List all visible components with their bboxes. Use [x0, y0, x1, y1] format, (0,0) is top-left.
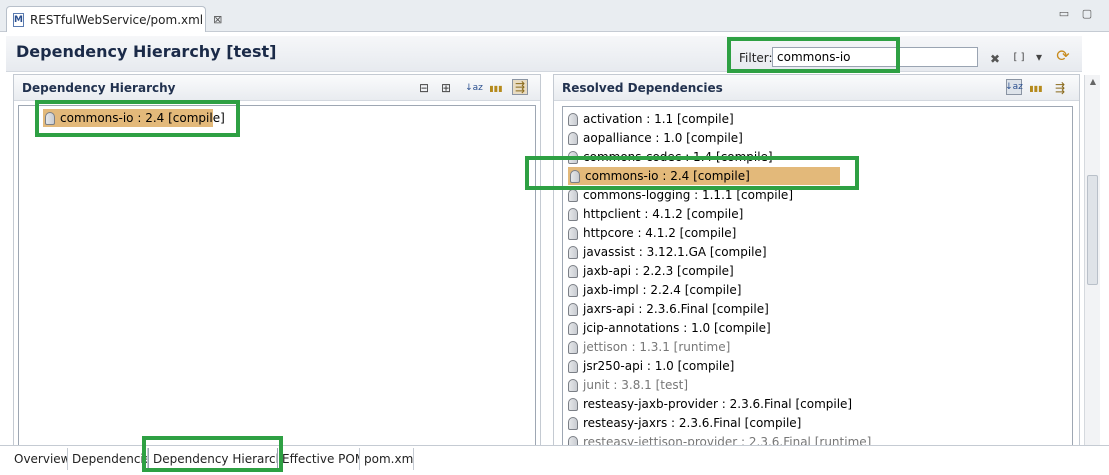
dependency-row[interactable]: jaxb-impl : 2.2.4 [compile] [568, 281, 741, 299]
dependency-label: aopalliance : 1.0 [compile] [583, 131, 743, 145]
jar-icon [568, 378, 578, 392]
dependency-label: jaxb-impl : 2.2.4 [compile] [583, 283, 742, 297]
jar-icon [568, 416, 578, 430]
dependency-label: jaxb-api : 2.2.3 [compile] [583, 264, 734, 278]
dependency-row[interactable]: jcip-annotations : 1.0 [compile] [568, 319, 771, 337]
dependency-row[interactable]: commons-logging : 1.1.1 [compile] [568, 186, 793, 204]
page-title: Dependency Hierarchy [test] [16, 42, 277, 61]
chevron-down-icon[interactable]: ▾ [1031, 49, 1047, 65]
jar-icon [568, 340, 578, 354]
tab-label: Dependency Hierarchy [153, 451, 278, 466]
jar-icon [568, 264, 578, 278]
tab-label: pom.xml [364, 452, 414, 466]
dependency-row[interactable]: commons-codec : 1.4 [compile] [568, 148, 773, 166]
dependency-row[interactable]: jaxb-api : 2.2.3 [compile] [568, 262, 734, 280]
maven-file-icon: M [13, 12, 24, 27]
pom-editor-page: Dependency Hierarchy [test] Filter: ✖ [ … [0, 32, 1109, 475]
dependency-label: httpclient : 4.1.2 [compile] [583, 207, 744, 221]
expand-all-icon[interactable]: ⊞ [438, 80, 454, 96]
dependency-label: jettison : 1.3.1 [runtime] [583, 340, 731, 354]
dependency-hierarchy-pane: Dependency Hierarchy ⊟ ⊞ ↓az ▮▮▮ ⇶ commo… [13, 74, 541, 475]
jar-icon [45, 111, 55, 125]
scrollbar-thumb[interactable] [1087, 175, 1098, 285]
dependency-label: resteasy-jaxrs : 2.3.6.Final [compile] [583, 416, 802, 430]
resolved-list: activation : 1.1 [compile] aopalliance : … [562, 106, 1073, 475]
dependency-label: jsr250-api : 1.0 [compile] [583, 359, 735, 373]
page-scrollbar[interactable]: ▲ ▼ [1084, 75, 1100, 475]
jar-icon [568, 226, 578, 240]
dependency-row[interactable]: junit : 3.8.1 [test] [568, 376, 688, 394]
show-groups-icon[interactable]: ▮▮▮ [1028, 80, 1044, 96]
sort-icon[interactable]: ↓az [465, 80, 483, 96]
jar-icon [568, 302, 578, 316]
editor-tab-strip: M RESTfulWebService/pom.xml ⊠ ▭ ▢ [0, 0, 1109, 32]
minimize-icon[interactable]: ▭ [1057, 8, 1071, 20]
resolved-dependencies-pane: Resolved Dependencies ↓az ▮▮▮ ⇶ activati… [553, 74, 1080, 475]
dependency-hierarchy-header: Dependency Hierarchy ⊟ ⊞ ↓az ▮▮▮ ⇶ [14, 75, 540, 101]
tab-dependency-hierarchy[interactable]: Dependency Hierarchy [148, 448, 278, 470]
dependency-label: resteasy-jaxb-provider : 2.3.6.Final [co… [583, 397, 853, 411]
tab-label: Overview [14, 452, 68, 466]
jar-icon [568, 321, 578, 335]
tab-effective-pom[interactable]: Effective POM [278, 448, 360, 470]
tab-label: Dependencies [72, 452, 147, 466]
jar-icon [568, 150, 578, 164]
filter-toggle-icon[interactable]: ⇶ [512, 79, 528, 95]
tab-dependencies[interactable]: Dependencies [68, 448, 148, 470]
maximize-icon[interactable]: ▢ [1080, 8, 1094, 20]
refresh-icon[interactable]: ⟳ [1055, 46, 1071, 65]
show-groups-icon[interactable]: ▮▮▮ [488, 80, 504, 96]
pane-title-resolved: Resolved Dependencies [562, 81, 723, 95]
dependency-row[interactable]: jsr250-api : 1.0 [compile] [568, 357, 734, 375]
jar-icon [568, 359, 578, 373]
jar-icon [568, 283, 578, 297]
clear-filter-icon[interactable]: ✖ [987, 51, 1003, 67]
dependency-label: commons-codec : 1.4 [compile] [583, 150, 773, 164]
dependency-label: jaxrs-api : 2.3.6.Final [compile] [583, 302, 769, 316]
jar-icon [568, 397, 578, 411]
dependency-label: javassist : 3.12.1.GA [compile] [583, 245, 767, 259]
dependency-row[interactable]: httpclient : 4.1.2 [compile] [568, 205, 743, 223]
dependency-label: commons-logging : 1.1.1 [compile] [583, 188, 793, 202]
jar-icon [568, 207, 578, 221]
filter-input[interactable] [772, 47, 978, 67]
resolved-dependencies-header: Resolved Dependencies ↓az ▮▮▮ ⇶ [554, 75, 1079, 101]
dependency-label: httpcore : 4.1.2 [compile] [583, 226, 737, 240]
editor-page-tabs: Overview Dependencies Dependency Hierarc… [0, 436, 1109, 475]
sort-icon[interactable]: ↓az [1005, 79, 1023, 95]
dependency-row[interactable]: activation : 1.1 [compile] [568, 110, 734, 128]
jar-icon [568, 245, 578, 259]
jar-icon [568, 188, 578, 202]
filter-toggle-icon[interactable]: ⇶ [1052, 80, 1068, 96]
dependency-label: activation : 1.1 [compile] [583, 112, 734, 126]
jar-icon [570, 169, 580, 183]
scroll-up-icon[interactable]: ▲ [1085, 75, 1101, 89]
dependency-row[interactable]: resteasy-jaxrs : 2.3.6.Final [compile] [568, 414, 801, 432]
editor-tab-title: RESTfulWebService/pom.xml [29, 12, 204, 27]
dependency-row[interactable]: httpcore : 4.1.2 [compile] [568, 224, 736, 242]
hierarchy-tree: commons-io : 2.4 [compile] [18, 105, 536, 475]
dependency-row[interactable]: jaxrs-api : 2.3.6.Final [compile] [568, 300, 769, 318]
dependency-label: junit : 3.8.1 [test] [583, 378, 689, 392]
close-icon[interactable]: ⊠ [213, 13, 222, 26]
tab-pom-xml[interactable]: pom.xml [360, 448, 414, 470]
jar-icon [568, 131, 578, 145]
collapse-all-icon[interactable]: ⊟ [416, 80, 432, 96]
dependency-row[interactable]: javassist : 3.12.1.GA [compile] [568, 243, 767, 261]
dependency-label: commons-io : 2.4 [compile] [60, 111, 225, 125]
dependency-row[interactable]: resteasy-jaxb-provider : 2.3.6.Final [co… [568, 395, 852, 413]
editor-tab-pom[interactable]: M RESTfulWebService/pom.xml ⊠ [6, 6, 222, 32]
dependency-label: commons-io : 2.4 [compile] [585, 169, 750, 183]
pane-title-hierarchy: Dependency Hierarchy [22, 81, 176, 95]
dependency-label: jcip-annotations : 1.0 [compile] [583, 321, 771, 335]
jar-icon [568, 112, 578, 126]
filter-label: Filter: [739, 51, 773, 65]
dependency-row[interactable]: jettison : 1.3.1 [runtime] [568, 338, 730, 356]
tab-overview[interactable]: Overview [10, 448, 68, 470]
dependency-row[interactable]: commons-io : 2.4 [compile] [568, 167, 840, 185]
dependency-row[interactable]: aopalliance : 1.0 [compile] [568, 129, 743, 147]
dependency-row[interactable]: commons-io : 2.4 [compile] [43, 109, 225, 127]
brackets-icon[interactable]: [ ] [1011, 49, 1027, 65]
tab-label: Effective POM [282, 452, 360, 466]
